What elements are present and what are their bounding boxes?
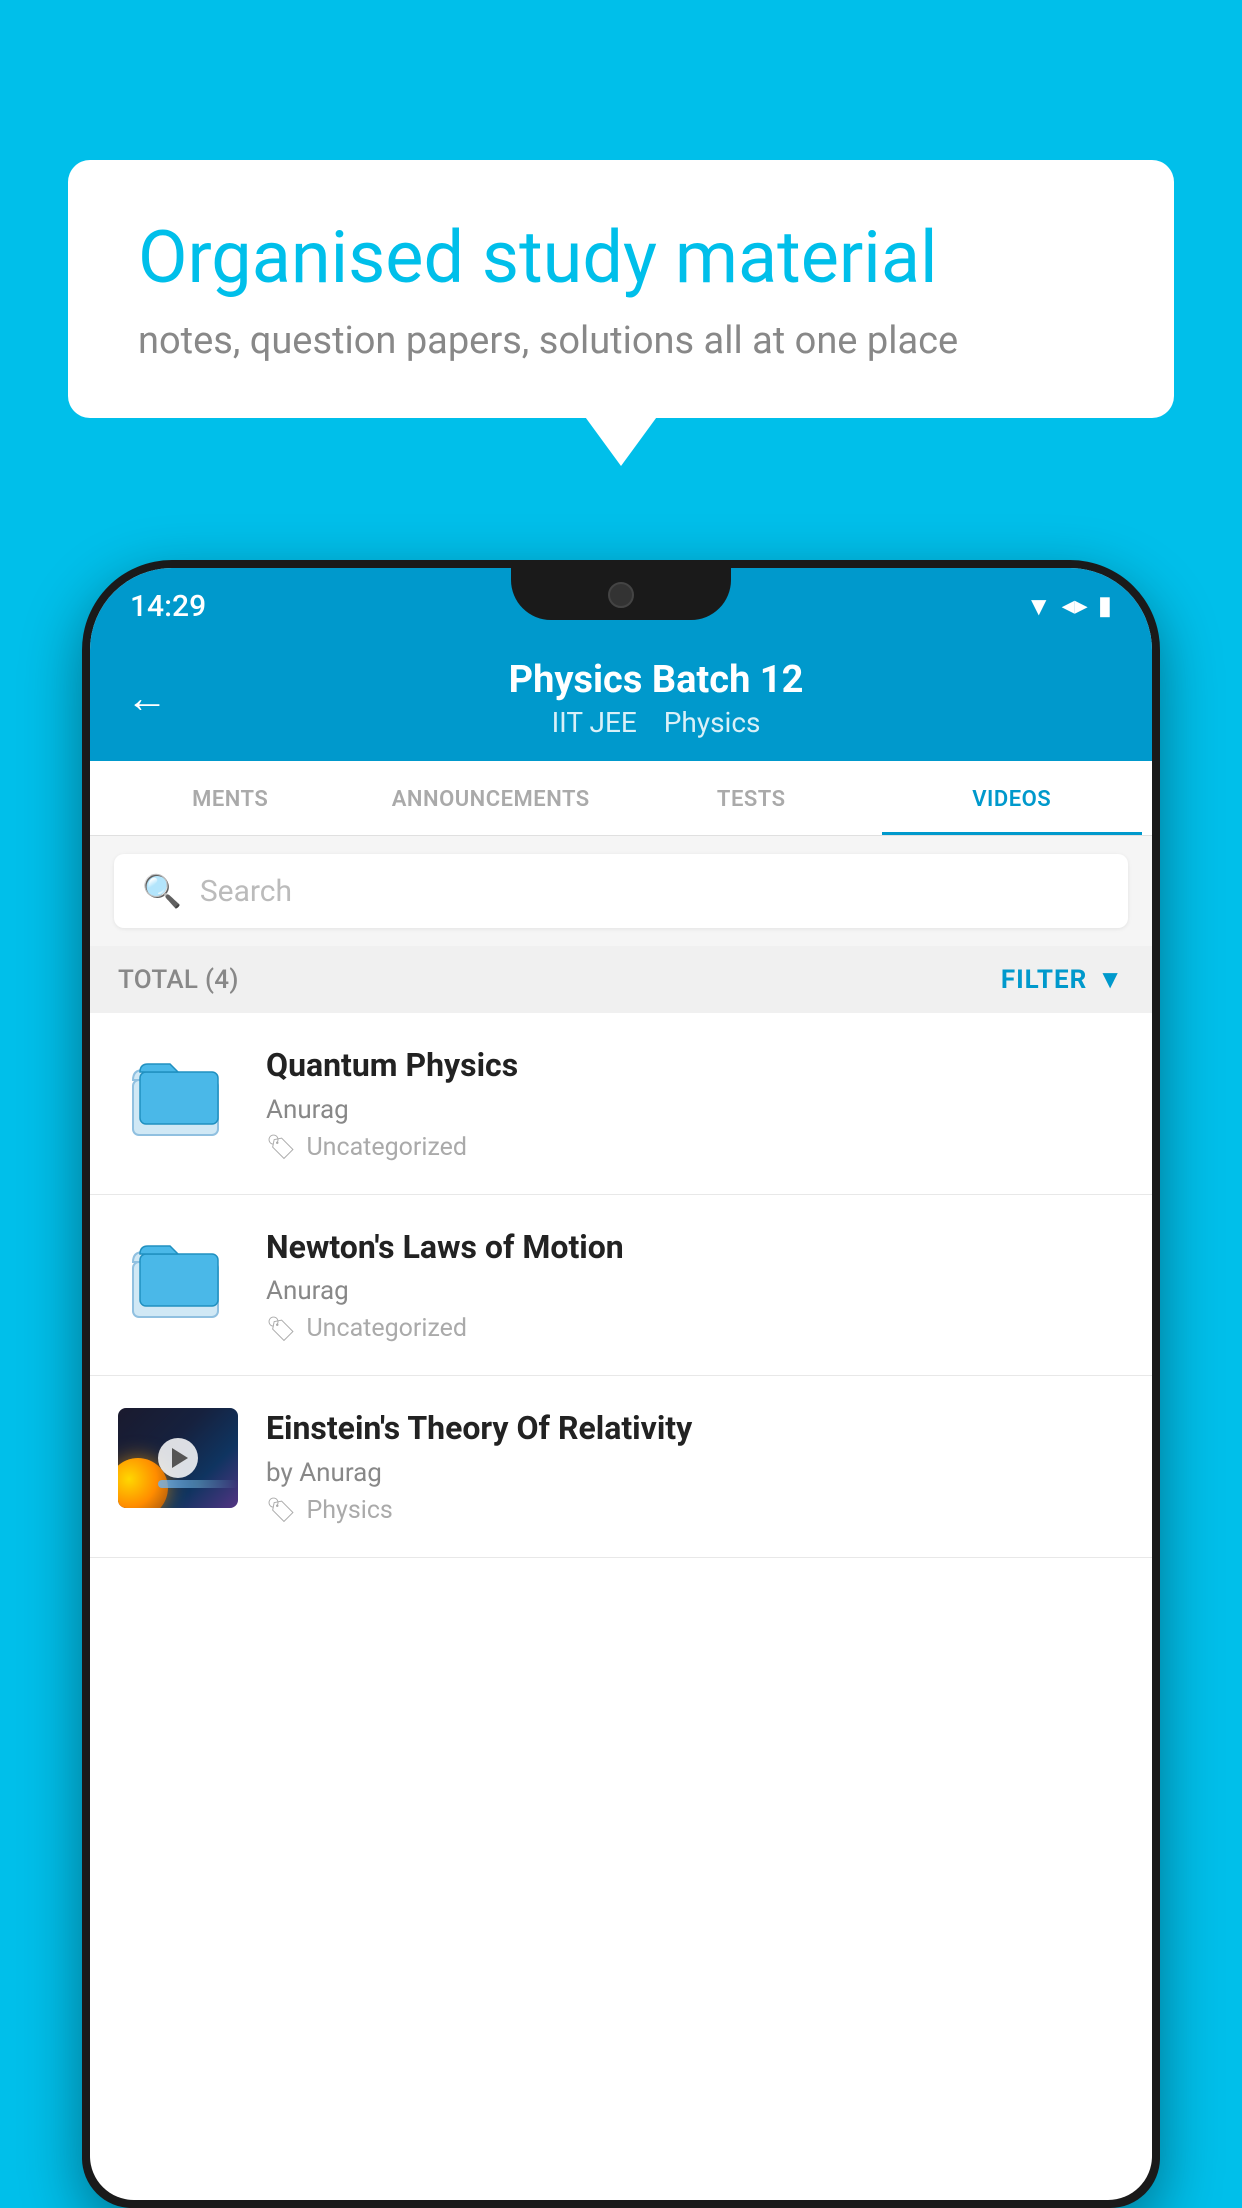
speech-bubble: Organised study material notes, question…: [68, 160, 1174, 418]
bubble-subtitle: notes, question papers, solutions all at…: [138, 319, 1104, 363]
battery-icon: ▮: [1098, 591, 1112, 621]
search-bar-container: 🔍 Search: [90, 836, 1152, 946]
header-tag-physics: Physics: [664, 706, 761, 739]
search-placeholder: Search: [200, 874, 292, 909]
video-author-3: by Anurag: [266, 1458, 1124, 1488]
header-title: Physics Batch 12: [196, 658, 1116, 702]
filter-icon: ▼: [1097, 964, 1124, 995]
signal-icon: ◂▸: [1062, 591, 1088, 621]
phone-frame: 14:29 ▼ ◂▸ ▮ ← Physics Batch 12 IIT JEE …: [82, 560, 1160, 2208]
video-thumbnail-image: [118, 1408, 238, 1508]
tab-ments[interactable]: MENTS: [100, 761, 361, 835]
video-tag-row-3: 🏷 Physics: [266, 1496, 1124, 1525]
header-info: Physics Batch 12 IIT JEE Physics: [196, 658, 1116, 739]
video-title-1: Quantum Physics: [266, 1045, 1124, 1087]
video-title-3: Einstein's Theory Of Relativity: [266, 1408, 1124, 1450]
tab-tests[interactable]: TESTS: [621, 761, 882, 835]
search-icon: 🔍: [142, 872, 182, 910]
folder-icon-2: [128, 1232, 228, 1322]
speech-bubble-container: Organised study material notes, question…: [68, 160, 1174, 418]
video-thumb-2: [118, 1227, 238, 1327]
app-header: ← Physics Batch 12 IIT JEE Physics: [90, 636, 1152, 761]
tag-icon-1: 🏷: [266, 1133, 296, 1161]
filter-label: FILTER: [1001, 965, 1087, 995]
video-tag-row-1: 🏷 Uncategorized: [266, 1133, 1124, 1162]
video-author-1: Anurag: [266, 1095, 1124, 1125]
status-time: 14:29: [130, 589, 206, 624]
folder-icon: [128, 1050, 228, 1140]
phone-notch: [511, 568, 731, 620]
tab-announcements[interactable]: ANNOUNCEMENTS: [361, 761, 622, 835]
video-info-3: Einstein's Theory Of Relativity by Anura…: [266, 1408, 1124, 1525]
list-item[interactable]: Einstein's Theory Of Relativity by Anura…: [90, 1376, 1152, 1558]
header-tag-iitjee: IIT JEE: [552, 706, 637, 739]
play-triangle: [172, 1448, 188, 1468]
light-streak: [158, 1480, 238, 1488]
tab-bar: MENTS ANNOUNCEMENTS TESTS VIDEOS: [90, 761, 1152, 836]
phone-inner: 14:29 ▼ ◂▸ ▮ ← Physics Batch 12 IIT JEE …: [90, 568, 1152, 2200]
video-tag-2: Uncategorized: [306, 1314, 467, 1343]
video-author-2: Anurag: [266, 1276, 1124, 1306]
video-info-2: Newton's Laws of Motion Anurag 🏷 Uncateg…: [266, 1227, 1124, 1344]
tag-icon-2: 🏷: [266, 1315, 296, 1343]
video-title-2: Newton's Laws of Motion: [266, 1227, 1124, 1269]
video-thumb-3: [118, 1408, 238, 1508]
list-item[interactable]: Quantum Physics Anurag 🏷 Uncategorized: [90, 1013, 1152, 1195]
back-button[interactable]: ←: [126, 674, 168, 723]
tab-videos[interactable]: VIDEOS: [882, 761, 1143, 835]
camera: [608, 582, 634, 608]
video-thumb-1: [118, 1045, 238, 1145]
status-icons: ▼ ◂▸ ▮: [1026, 591, 1112, 622]
play-button-icon: [158, 1438, 198, 1478]
search-bar[interactable]: 🔍 Search: [114, 854, 1128, 928]
video-list: Quantum Physics Anurag 🏷 Uncategorized: [90, 1013, 1152, 1558]
bubble-title: Organised study material: [138, 215, 1104, 301]
filter-bar: TOTAL (4) FILTER ▼: [90, 946, 1152, 1013]
filter-button[interactable]: FILTER ▼: [1001, 964, 1124, 995]
total-label: TOTAL (4): [118, 965, 239, 995]
wifi-icon: ▼: [1026, 591, 1052, 622]
header-tags: IIT JEE Physics: [196, 706, 1116, 739]
video-tag-3: Physics: [306, 1496, 392, 1525]
video-info-1: Quantum Physics Anurag 🏷 Uncategorized: [266, 1045, 1124, 1162]
tag-icon-3: 🏷: [266, 1496, 296, 1524]
video-tag-row-2: 🏷 Uncategorized: [266, 1314, 1124, 1343]
list-item[interactable]: Newton's Laws of Motion Anurag 🏷 Uncateg…: [90, 1195, 1152, 1377]
video-tag-1: Uncategorized: [306, 1133, 467, 1162]
